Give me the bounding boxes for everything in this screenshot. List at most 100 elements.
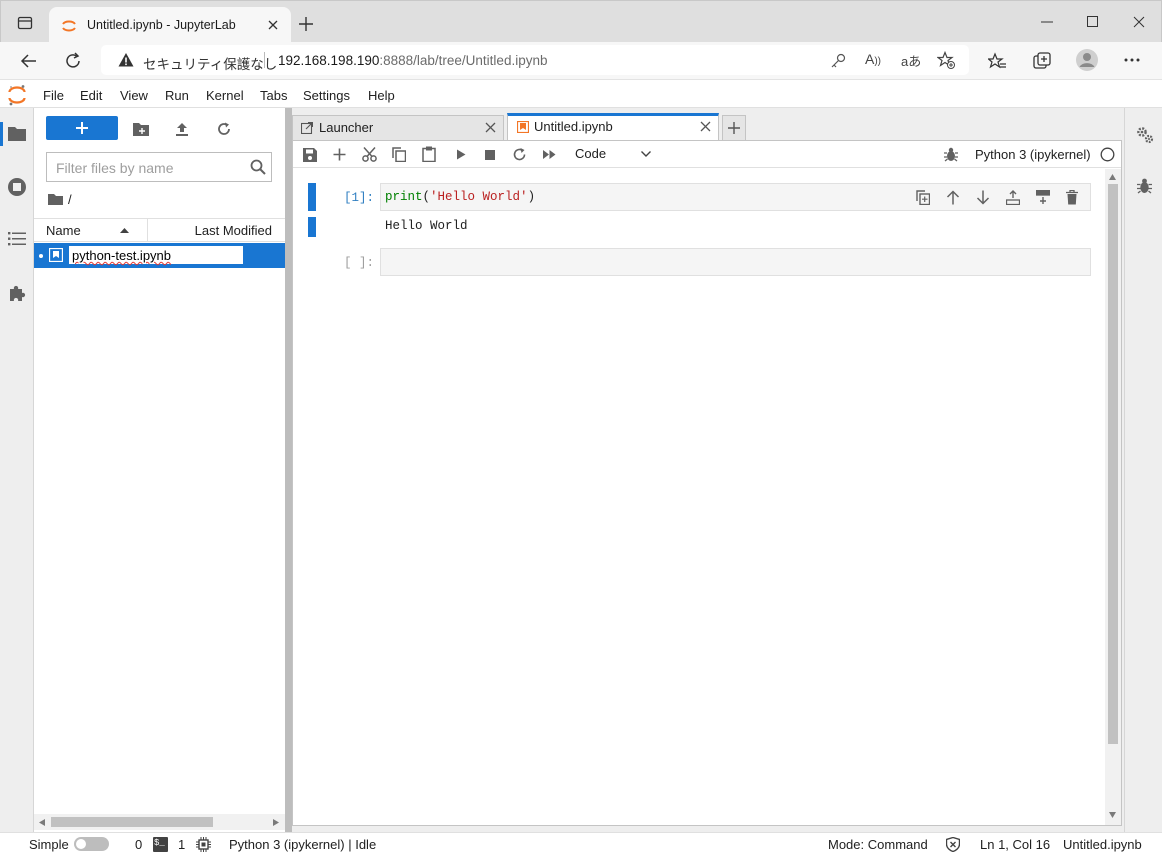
cell-1-collapser[interactable] [308, 183, 316, 211]
new-folder-icon[interactable] [133, 122, 149, 136]
tab-launcher[interactable]: Launcher [292, 115, 504, 140]
jupyter-menubar: File Edit View Run Kernel Tabs Settings … [0, 81, 1162, 108]
cut-icon[interactable] [362, 147, 377, 162]
extensions-puzzle-icon[interactable] [8, 284, 26, 302]
close-window-icon[interactable] [1133, 16, 1145, 28]
menu-settings[interactable]: Settings [303, 88, 350, 103]
cell-type-select[interactable]: Code [569, 144, 657, 165]
insert-cell-below-icon[interactable] [1036, 190, 1050, 205]
close-notebook-tab-icon[interactable] [700, 121, 711, 132]
table-of-contents-icon[interactable] [8, 232, 26, 246]
delete-cell-icon[interactable] [1066, 190, 1078, 205]
header-divider [147, 219, 148, 241]
cell-2-input-editor[interactable] [380, 248, 1091, 276]
url-text[interactable]: 192.168.198.190:8888/lab/tree/Untitled.i… [278, 53, 547, 68]
browser-tab-active[interactable]: Untitled.ipynb - JupyterLab [49, 7, 291, 43]
running-kernels-icon[interactable] [7, 177, 27, 197]
add-tab-button[interactable] [722, 115, 746, 140]
new-tab-icon[interactable] [299, 17, 313, 31]
kernel-name[interactable]: Python 3 (ipykernel) [975, 147, 1091, 162]
notebook-scrollbar-thumb[interactable] [1108, 184, 1118, 744]
kernels-count[interactable]: 1 [178, 837, 185, 852]
column-header-name[interactable]: Name [46, 223, 81, 238]
search-icon [250, 159, 266, 175]
menu-kernel[interactable]: Kernel [206, 88, 244, 103]
rename-file-input[interactable]: python-test.ipynb [69, 246, 243, 264]
refresh-icon[interactable] [217, 122, 231, 136]
file-name-text: python-test.ipynb [72, 248, 172, 263]
copy-icon[interactable] [392, 147, 406, 162]
tab-untitled-notebook[interactable]: Untitled.ipynb [507, 113, 719, 141]
reload-icon[interactable] [64, 52, 82, 70]
notebook-file-icon [49, 248, 63, 262]
simple-mode-toggle[interactable] [74, 837, 109, 851]
security-label: セキュリティ保護なし [143, 57, 278, 72]
new-launcher-button[interactable] [46, 116, 118, 140]
filter-files-input[interactable]: Filter files by name [46, 152, 272, 182]
save-icon[interactable] [303, 148, 317, 162]
close-launcher-tab-icon[interactable] [485, 122, 496, 133]
cursor-position[interactable]: Ln 1, Col 16 [980, 837, 1050, 852]
menu-tabs[interactable]: Tabs [260, 88, 287, 103]
scrollbar-thumb[interactable] [51, 817, 213, 827]
restart-run-all-icon[interactable] [543, 150, 556, 159]
upload-icon[interactable] [175, 122, 189, 136]
notebook-vertical-scrollbar[interactable] [1105, 169, 1121, 825]
add-favorite-icon[interactable] [937, 51, 955, 69]
toggle-knob [76, 839, 86, 849]
menu-edit[interactable]: Edit [80, 88, 102, 103]
profile-avatar-icon[interactable] [1075, 48, 1099, 72]
more-options-icon[interactable] [1124, 58, 1140, 62]
interrupt-kernel-icon[interactable] [485, 150, 495, 160]
insert-cell-icon[interactable] [333, 148, 346, 161]
terminals-count[interactable]: 0 [135, 837, 142, 852]
property-inspector-gears-icon[interactable] [1136, 126, 1154, 144]
collections-icon[interactable] [1033, 52, 1051, 70]
close-tab-icon[interactable] [267, 19, 279, 31]
kernel-status-text[interactable]: Python 3 (ipykernel) | Idle [229, 837, 376, 852]
notebook-panel: Code Python 3 (ipykernel) [1]: print('He… [292, 140, 1122, 826]
translate-icon[interactable]: aあ [901, 51, 921, 70]
debugger-bug-icon[interactable] [944, 147, 958, 162]
debugger-panel-bug-icon[interactable] [1137, 178, 1152, 194]
cell-1-code: print('Hello World') [385, 190, 536, 204]
cell-1-output-collapser[interactable] [308, 217, 316, 237]
cell-1-prompt: [1]: [344, 191, 375, 205]
menu-file[interactable]: File [43, 88, 64, 103]
duplicate-cell-icon[interactable] [916, 190, 930, 205]
favorites-icon[interactable] [988, 52, 1006, 70]
main-dock-area: Launcher Untitled.ipynb Code Python 3 (i… [292, 108, 1124, 832]
tab-notebook-label: Untitled.ipynb [534, 119, 613, 134]
run-cell-icon[interactable] [456, 149, 466, 160]
column-header-last-modified[interactable]: Last Modified [195, 223, 272, 238]
read-aloud-icon[interactable]: A)) [865, 51, 881, 67]
terminal-icon[interactable]: $_ [153, 837, 168, 852]
trusted-shield-icon[interactable] [946, 837, 960, 852]
address-bar[interactable]: セキュリティ保護なし 192.168.198.190:8888/lab/tree… [101, 45, 969, 75]
jupyter-logo-icon [8, 84, 26, 106]
password-key-icon[interactable] [830, 53, 846, 69]
maximize-window-icon[interactable] [1087, 16, 1099, 28]
paste-icon[interactable] [422, 146, 436, 162]
move-cell-up-icon[interactable] [946, 190, 960, 205]
notebook-toolbar: Code Python 3 (ipykernel) [293, 141, 1121, 168]
menu-help[interactable]: Help [368, 88, 395, 103]
cell-1-input-editor[interactable]: print('Hello World') [380, 183, 1091, 211]
menu-run[interactable]: Run [165, 88, 189, 103]
breadcrumb-path[interactable]: / [68, 192, 72, 207]
kernel-status-idle-icon [1100, 147, 1115, 162]
file-list-item[interactable]: python-test.ipynb [34, 243, 285, 268]
kernel-chip-icon[interactable] [196, 837, 211, 852]
horizontal-scrollbar[interactable] [34, 814, 285, 830]
move-cell-down-icon[interactable] [976, 190, 990, 205]
back-icon[interactable] [20, 52, 38, 70]
breadcrumb-home-icon[interactable] [48, 193, 63, 205]
folder-tab-icon[interactable] [8, 125, 26, 141]
restart-kernel-icon[interactable] [513, 148, 526, 161]
minimize-window-icon[interactable] [1041, 21, 1053, 23]
insert-cell-above-icon[interactable] [1006, 190, 1020, 205]
tab-actions-icon[interactable] [17, 15, 33, 31]
menu-view[interactable]: View [120, 88, 148, 103]
panel-splitter[interactable] [285, 108, 292, 832]
sort-ascending-icon[interactable] [120, 228, 129, 233]
